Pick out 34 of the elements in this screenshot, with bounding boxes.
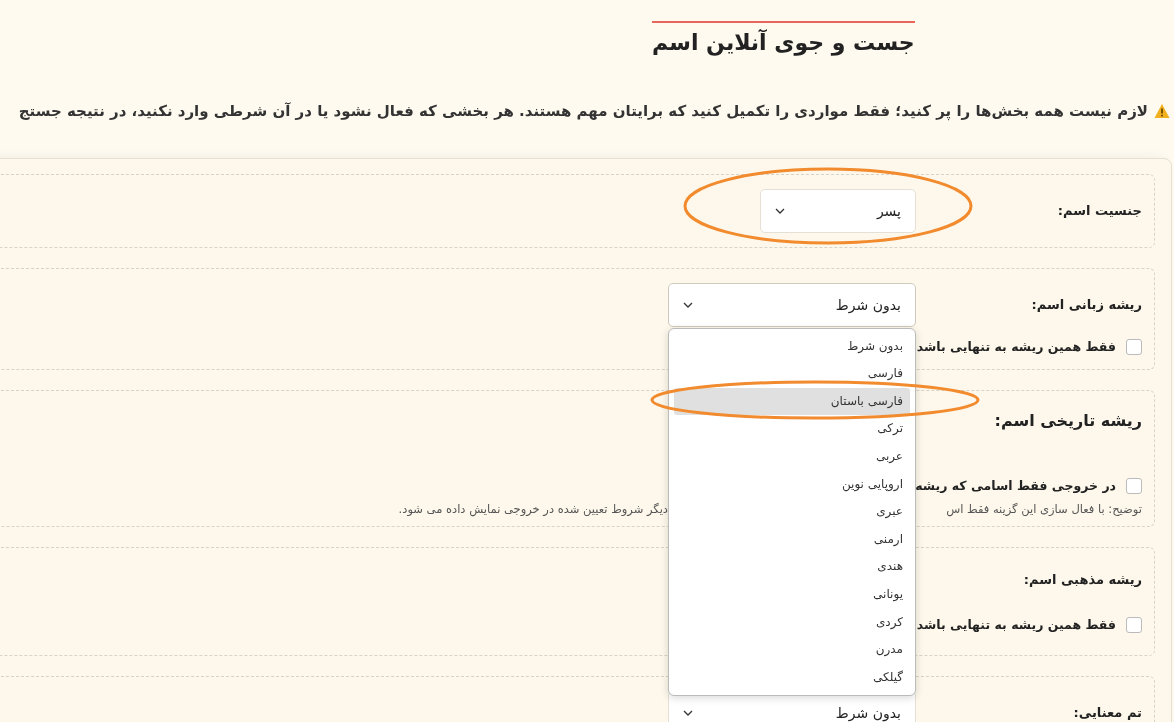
description-text: توضیح: با فعال سازی این گزینه فقط اس bbox=[945, 501, 1142, 516]
description-text: دیگر شروط تعیین شده در خروجی نمایش داده می شود. bbox=[398, 501, 668, 516]
dropdown-option[interactable]: فارسی bbox=[674, 360, 910, 388]
dropdown-option[interactable]: فارسی باستان bbox=[674, 387, 910, 416]
field-label: ریشه تاریخی اسم: bbox=[993, 409, 1142, 432]
warning-icon bbox=[1154, 102, 1170, 119]
notice-text: لازم نیست همه بخش‌ها را پر کنید؛ فقط مواردی را تکمیل کنید که برایتان مهم هستند. هر بخشی که فعال نشود یا در آن شرطی وارد نکنید، در نتیجه جستج bbox=[18, 101, 1148, 120]
dropdown-option[interactable]: ارمنی bbox=[674, 525, 910, 554]
chevron-down-icon bbox=[683, 709, 693, 716]
dropdown-option[interactable]: هندی bbox=[674, 553, 910, 581]
select-field[interactable]: بدون شرط bbox=[668, 282, 916, 327]
dropdown-option[interactable]: اروپایی نوین bbox=[674, 470, 910, 499]
checkbox[interactable] bbox=[1126, 616, 1142, 633]
field-label: ریشه زبانی اسم: bbox=[1030, 297, 1142, 313]
chevron-down-icon bbox=[775, 207, 785, 214]
dropdown-option[interactable]: گیلکی bbox=[674, 663, 910, 692]
field-label: جنسیت اسم: bbox=[1056, 203, 1142, 219]
page-title: جست و جوی آنلاین اسم bbox=[652, 21, 915, 58]
field-label: تم معنایی: bbox=[1072, 705, 1142, 721]
chevron-down-icon bbox=[683, 301, 693, 308]
checkbox-label: در خروجی فقط اسامی که ریشه bbox=[915, 478, 1116, 494]
checkbox-label: فقط همین ریشه به تنهایی باشد bbox=[916, 617, 1116, 633]
checkbox[interactable] bbox=[1126, 477, 1142, 494]
field-label: ریشه مذهبی اسم: bbox=[1022, 571, 1142, 587]
checkbox-label: فقط همین ریشه به تنهایی باشد bbox=[916, 339, 1116, 355]
dropdown-option[interactable]: بدون شرط bbox=[674, 332, 910, 361]
dropdown-option[interactable]: عبری bbox=[674, 498, 910, 526]
dropdown-option[interactable]: یونانی bbox=[674, 580, 910, 609]
dropdown-option[interactable]: عربی bbox=[674, 442, 910, 471]
checkbox[interactable] bbox=[1126, 338, 1142, 355]
dropdown-option[interactable]: مدرن bbox=[674, 636, 910, 664]
dropdown-option[interactable]: ترکی bbox=[674, 415, 910, 443]
dropdown-option[interactable]: کردی bbox=[674, 608, 910, 637]
select-field[interactable]: پسر bbox=[760, 188, 916, 233]
